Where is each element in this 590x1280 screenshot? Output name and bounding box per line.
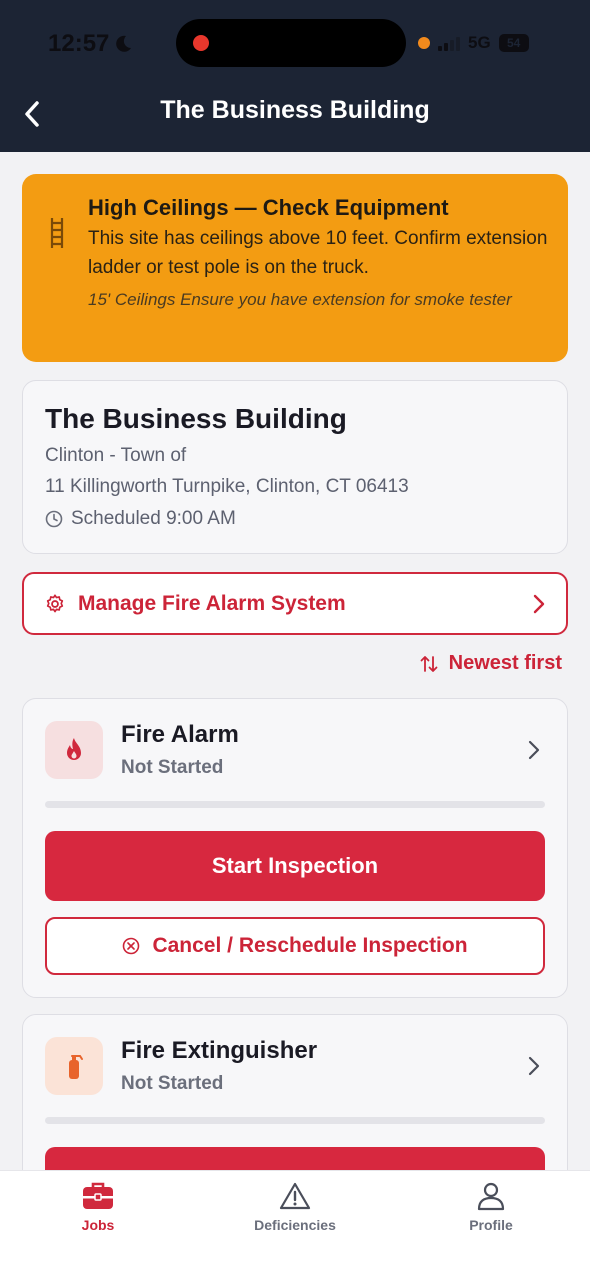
site-alert-banner: High Ceilings — Check Equipment This sit… bbox=[22, 174, 568, 362]
status-time-text: 12:57 bbox=[48, 30, 110, 57]
inspection-status: Not Started bbox=[121, 757, 224, 778]
scheduled-time-text: Scheduled 9:00 AM bbox=[71, 508, 236, 529]
cancel-reschedule-button[interactable]: Cancel / Reschedule Inspection bbox=[45, 917, 545, 975]
site-info-card: The Business Building Clinton - Town of … bbox=[22, 380, 568, 554]
start-inspection-button[interactable]: Start Inspection bbox=[45, 831, 545, 901]
tab-jobs[interactable]: Jobs bbox=[33, 1181, 163, 1233]
job-detail-content[interactable]: High Ceilings — Check Equipment This sit… bbox=[0, 152, 590, 1170]
chevron-right-icon[interactable] bbox=[527, 1055, 541, 1077]
alert-note: 15' Ceilings Ensure you have extension f… bbox=[88, 290, 512, 309]
cancel-reschedule-label: Cancel / Reschedule Inspection bbox=[152, 934, 468, 957]
scheduled-time: Scheduled 9:00 AM bbox=[45, 506, 545, 532]
chevron-right-icon[interactable] bbox=[527, 739, 541, 761]
site-name: The Business Building bbox=[45, 403, 347, 434]
mic-indicator-icon bbox=[418, 37, 430, 49]
warning-triangle-icon bbox=[279, 1182, 311, 1210]
tab-profile[interactable]: Profile bbox=[426, 1181, 556, 1233]
inspection-progress-bar bbox=[45, 801, 545, 808]
inspection-title: Fire Extinguisher bbox=[121, 1037, 318, 1064]
bottom-tab-bar: Jobs Deficiencies Profile bbox=[0, 1170, 590, 1280]
gear-icon bbox=[46, 593, 64, 612]
inspection-title: Fire Alarm bbox=[121, 721, 239, 748]
manage-button-label: Manage Fire Alarm System bbox=[78, 591, 346, 615]
inspection-progress-bar bbox=[45, 1117, 545, 1124]
tab-label: Deficiencies bbox=[254, 1217, 336, 1233]
battery-level: 54 bbox=[507, 36, 521, 50]
tab-label: Jobs bbox=[81, 1217, 115, 1233]
site-address[interactable]: 11 Killingworth Turnpike, Clinton, CT 06… bbox=[45, 474, 545, 500]
clock-icon bbox=[45, 510, 63, 528]
inspection-card[interactable]: Fire Alarm Not Started Start Inspection … bbox=[22, 698, 568, 998]
page-title: The Business Building bbox=[160, 96, 430, 124]
alert-title: High Ceilings — Check Equipment bbox=[88, 195, 449, 220]
alert-body: This site has ceilings above 10 feet. Co… bbox=[88, 228, 548, 278]
start-inspection-button[interactable]: Start Inspection bbox=[45, 1147, 545, 1170]
recording-indicator-icon bbox=[193, 35, 209, 51]
battery-icon: 54 bbox=[498, 34, 529, 52]
inspection-status: Not Started bbox=[121, 1073, 224, 1094]
dynamic-island bbox=[176, 19, 406, 67]
tab-label: Profile bbox=[469, 1217, 513, 1233]
sort-toggle[interactable]: Newest first bbox=[419, 652, 562, 675]
inspection-icon-tile bbox=[45, 721, 103, 779]
sort-label: Newest first bbox=[448, 652, 562, 674]
inspection-card[interactable]: Fire Extinguisher Not Started Start Insp… bbox=[22, 1014, 568, 1170]
signal-icon bbox=[438, 35, 460, 51]
network-type: 5G bbox=[468, 33, 491, 52]
flame-icon bbox=[67, 738, 81, 760]
ladder-icon bbox=[50, 218, 64, 248]
cancel-circle-icon bbox=[123, 937, 140, 955]
chevron-right-icon bbox=[533, 594, 545, 613]
app-header: 12:57 5G 54 The Business Building bbox=[0, 0, 590, 152]
manage-fire-alarm-system-button[interactable]: Manage Fire Alarm System bbox=[22, 572, 568, 635]
sort-arrows-icon bbox=[420, 655, 438, 672]
site-town: Clinton - Town of bbox=[45, 445, 187, 466]
fire-extinguisher-icon bbox=[69, 1055, 83, 1079]
tab-deficiencies[interactable]: Deficiencies bbox=[230, 1181, 360, 1233]
status-time: 12:57 bbox=[48, 30, 133, 58]
inspection-icon-tile bbox=[45, 1037, 103, 1095]
person-icon bbox=[477, 1182, 505, 1211]
toolbox-icon bbox=[83, 1182, 113, 1209]
status-indicators: 5G 54 bbox=[418, 33, 529, 53]
moon-icon bbox=[116, 35, 132, 52]
